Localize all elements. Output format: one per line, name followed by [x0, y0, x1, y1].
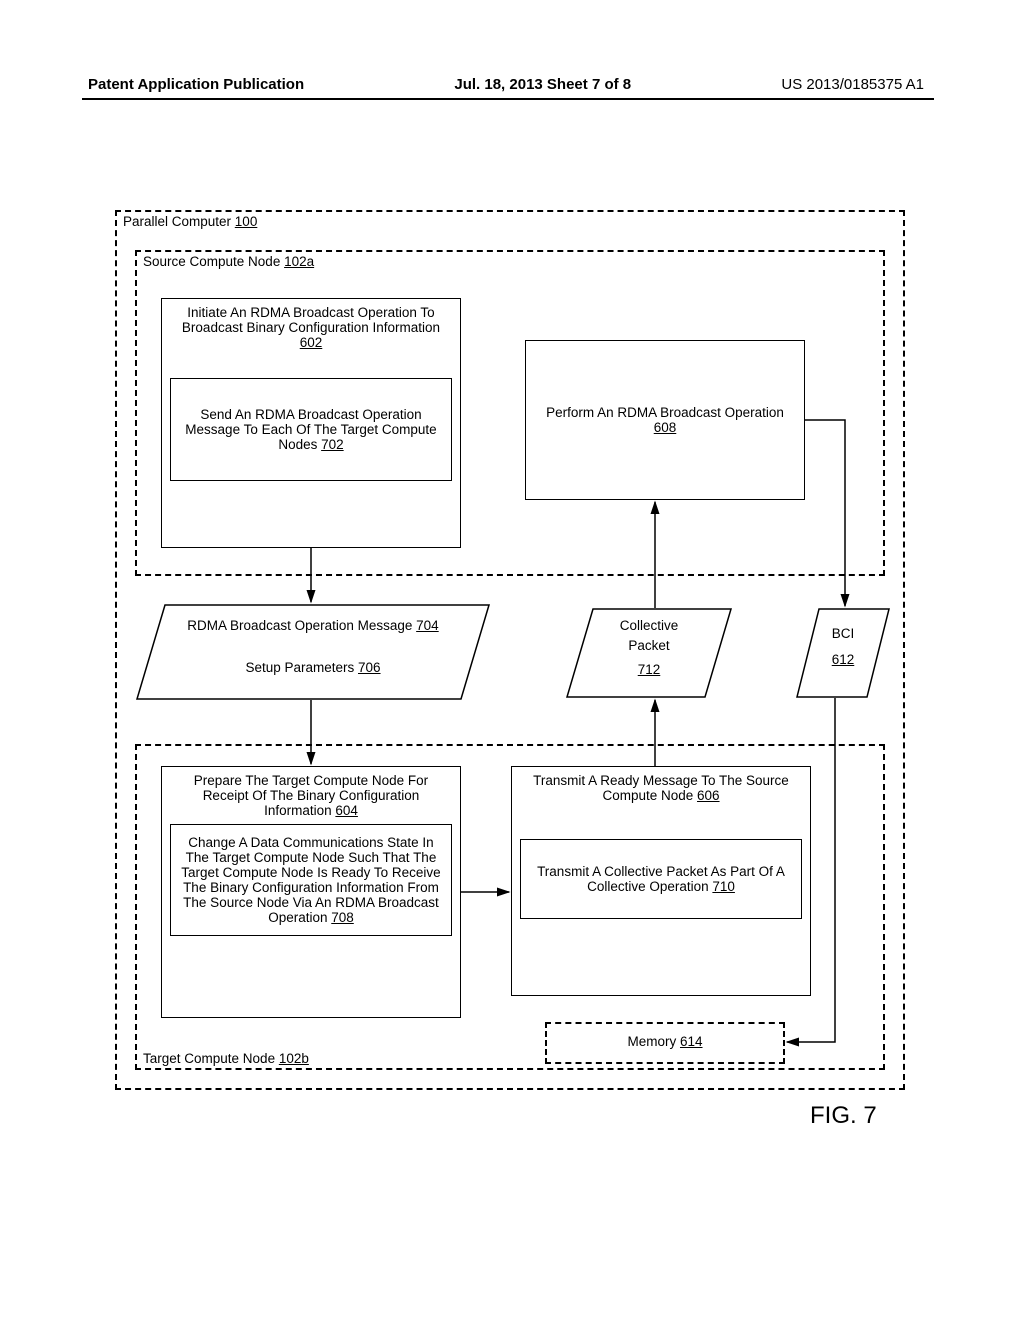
box-604: Prepare The Target Compute Node For Rece…	[161, 766, 461, 1018]
b602-ref: 602	[300, 335, 323, 350]
b708-text: Change A Data Communications State In Th…	[181, 835, 440, 925]
para-704: RDMA Broadcast Operation Message 704 Set…	[135, 604, 491, 700]
pkt712-l2: Packet	[565, 638, 733, 653]
memory-label: Memory 614	[547, 1034, 783, 1049]
msg704-ref: 704	[416, 618, 439, 633]
msg706-text: Setup Parameters	[245, 660, 358, 675]
mem-text: Memory	[627, 1034, 680, 1049]
box-606: Transmit A Ready Message To The Source C…	[511, 766, 811, 996]
pkt712-ref: 712	[638, 662, 661, 677]
b710-text: Transmit A Collective Packet As Part Of …	[537, 864, 785, 894]
para-712: Collective Packet 712	[565, 608, 733, 698]
header-right: US 2013/0185375 A1	[781, 76, 924, 93]
bci-l1: BCI	[795, 626, 891, 641]
b710-ref: 710	[712, 879, 735, 894]
mem-ref: 614	[680, 1034, 703, 1049]
bci-ref: 612	[832, 652, 855, 667]
page-header: Patent Application Publication Jul. 18, …	[0, 76, 1024, 93]
b708-ref: 708	[331, 910, 354, 925]
box-710: Transmit A Collective Packet As Part Of …	[520, 839, 802, 919]
source-ref: 102a	[284, 254, 314, 269]
b608-text: Perform An RDMA Broadcast Operation	[546, 405, 784, 420]
parallel-text: Parallel Computer	[123, 214, 235, 229]
pkt712-ref-wrap: 712	[565, 662, 733, 677]
box-606-text: Transmit A Ready Message To The Source C…	[520, 773, 802, 803]
header-mid: Jul. 18, 2013 Sheet 7 of 8	[454, 76, 631, 93]
memory-box: Memory 614	[545, 1022, 785, 1064]
b602-text: Initiate An RDMA Broadcast Operation To …	[182, 305, 440, 335]
parallel-label: Parallel Computer 100	[121, 214, 259, 229]
box-602: Initiate An RDMA Broadcast Operation To …	[161, 298, 461, 548]
diagram-canvas: Parallel Computer 100 Source Compute Nod…	[115, 210, 905, 1090]
msg706-label: Setup Parameters 706	[135, 660, 491, 675]
para-612: BCI 612	[795, 608, 891, 698]
box-608: Perform An RDMA Broadcast Operation 608	[525, 340, 805, 500]
source-text: Source Compute Node	[143, 254, 284, 269]
b604-text: Prepare The Target Compute Node For Rece…	[194, 773, 428, 818]
b604-ref: 604	[335, 803, 358, 818]
b702-ref: 702	[321, 437, 344, 452]
header-rule	[82, 98, 934, 100]
msg704-text: RDMA Broadcast Operation Message	[187, 618, 416, 633]
target-label: Target Compute Node 102b	[141, 1051, 311, 1066]
target-ref: 102b	[279, 1051, 309, 1066]
box-604-text: Prepare The Target Compute Node For Rece…	[170, 773, 452, 818]
msg706-ref: 706	[358, 660, 381, 675]
b702-text: Send An RDMA Broadcast Operation Message…	[185, 407, 436, 452]
header-left: Patent Application Publication	[88, 76, 304, 93]
parallel-ref: 100	[235, 214, 258, 229]
pkt712-l1: Collective	[565, 618, 733, 633]
box-702: Send An RDMA Broadcast Operation Message…	[170, 378, 452, 481]
source-label: Source Compute Node 102a	[141, 254, 316, 269]
b606-text: Transmit A Ready Message To The Source C…	[533, 773, 789, 803]
b608-ref: 608	[654, 420, 677, 435]
box-602-text: Initiate An RDMA Broadcast Operation To …	[170, 305, 452, 350]
msg704-label: RDMA Broadcast Operation Message 704	[135, 618, 491, 633]
box-608-text: Perform An RDMA Broadcast Operation 608	[534, 405, 796, 435]
bci-ref-wrap: 612	[795, 652, 891, 667]
b606-ref: 606	[697, 788, 720, 803]
box-708: Change A Data Communications State In Th…	[170, 824, 452, 936]
target-text: Target Compute Node	[143, 1051, 279, 1066]
figure-label: FIG. 7	[810, 1102, 877, 1130]
